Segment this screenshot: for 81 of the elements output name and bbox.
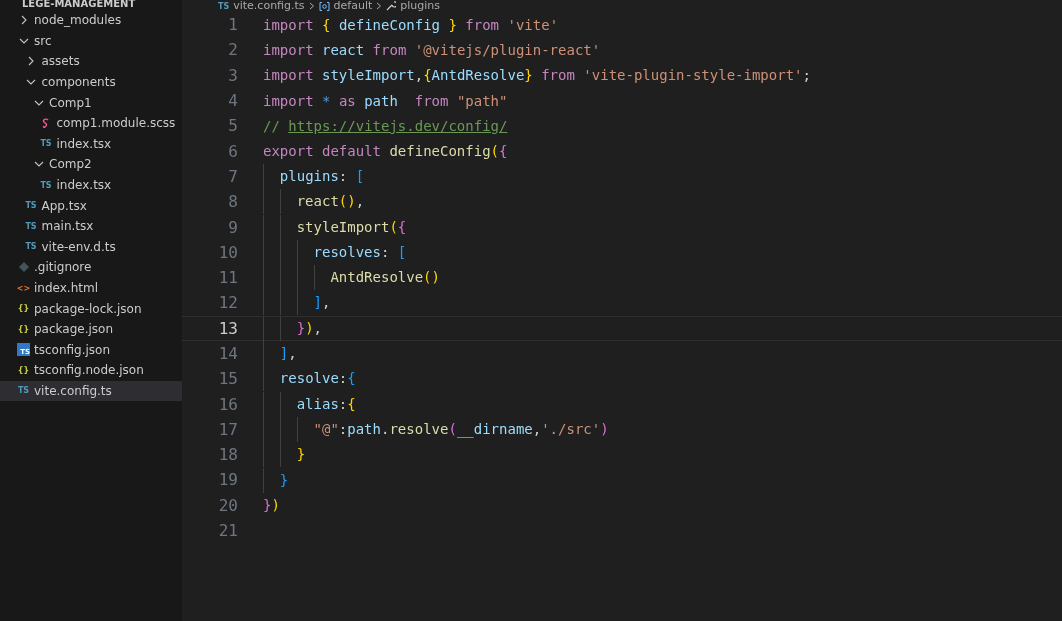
code-line: } bbox=[263, 467, 289, 493]
diamond-icon bbox=[18, 262, 29, 273]
code-line: alias:{ bbox=[263, 391, 356, 417]
folder-item[interactable]: src bbox=[0, 30, 182, 52]
breadcrumb-item[interactable]: plugins bbox=[400, 1, 441, 11]
line-number: 9 bbox=[227, 217, 239, 237]
folder-item[interactable]: components bbox=[0, 71, 182, 93]
file-item[interactable]: TS index.tsx bbox=[0, 174, 182, 196]
folder-item[interactable]: node_modules bbox=[0, 10, 182, 31]
line-number: 6 bbox=[227, 141, 239, 161]
line-number: 16 bbox=[217, 394, 239, 414]
chevron-right-icon bbox=[308, 2, 315, 10]
html-file-icon: <> bbox=[16, 283, 31, 293]
file-item[interactable]: TS index.tsx bbox=[0, 133, 182, 155]
chevron-right-icon bbox=[376, 2, 383, 10]
line-number: 12 bbox=[217, 293, 239, 313]
file-item[interactable]: TS vite-env.d.ts bbox=[0, 236, 182, 258]
line-number: 11 bbox=[217, 268, 239, 288]
file-item[interactable]: {} package-lock.json bbox=[0, 298, 182, 319]
code-line: styleImport({ bbox=[263, 214, 407, 240]
line-number: 2 bbox=[227, 40, 239, 60]
file-item[interactable]: <> index.html bbox=[0, 277, 182, 299]
code-line: import react from '@vitejs/plugin-react' bbox=[263, 41, 601, 58]
code-line: ], bbox=[263, 290, 331, 316]
file-item[interactable]: .gitignore bbox=[0, 257, 182, 278]
code-line: }) bbox=[263, 497, 280, 514]
line-number: 15 bbox=[217, 369, 239, 389]
sass-file-icon bbox=[41, 117, 51, 129]
explorer-title: LEGE-MANAGEMENT bbox=[21, 0, 137, 10]
code-line: "@":path.resolve(__dirname,'./src') bbox=[263, 416, 609, 442]
line-number: 21 bbox=[217, 521, 239, 541]
json-file-icon: {} bbox=[17, 324, 30, 334]
line-number: 4 bbox=[227, 91, 239, 111]
file-item[interactable]: {} package.json bbox=[0, 318, 182, 340]
code-line: import styleImport,{AntdResolve} from 'vite-plugin-style-import'; bbox=[263, 67, 811, 84]
line-number: 20 bbox=[217, 495, 239, 515]
line-number: 13 bbox=[217, 318, 239, 338]
file-item[interactable]: {} tsconfig.node.json bbox=[0, 360, 182, 381]
line-number: 3 bbox=[227, 65, 239, 85]
code-line: import { defineConfig } from 'vite' bbox=[263, 16, 559, 33]
line-number: 1 bbox=[227, 15, 239, 35]
typescript-file-icon: TS bbox=[40, 139, 52, 149]
code-line: plugins: [ bbox=[263, 163, 365, 189]
code-line: }), bbox=[263, 315, 322, 341]
json-file-icon: {} bbox=[17, 304, 30, 314]
code-line: AntdResolve() bbox=[263, 265, 440, 291]
line-number: 8 bbox=[227, 192, 239, 212]
file-item[interactable]: comp1.module.scss bbox=[0, 112, 182, 134]
chevron-right-icon bbox=[26, 56, 36, 67]
code-line: // https://vitejs.dev/config/ bbox=[263, 117, 508, 134]
code-line: export default defineConfig({ bbox=[263, 143, 508, 160]
line-number: 19 bbox=[217, 470, 239, 490]
typescript-file-icon: TS bbox=[40, 180, 52, 190]
code-line: ], bbox=[263, 341, 297, 366]
line-number: 7 bbox=[227, 166, 239, 186]
typescript-file-icon: TS bbox=[25, 201, 37, 211]
json-file-icon: {} bbox=[17, 365, 30, 375]
folder-item[interactable]: assets bbox=[0, 51, 182, 72]
line-number: 18 bbox=[217, 445, 239, 465]
line-number: 17 bbox=[217, 419, 239, 439]
breadcrumb-item[interactable]: vite.config.ts bbox=[233, 1, 305, 11]
file-item[interactable]: TS App.tsx bbox=[0, 195, 182, 216]
breadcrumb-item[interactable]: default bbox=[333, 1, 373, 11]
file-item[interactable]: TS vite.config.ts bbox=[0, 380, 182, 402]
typescript-file-icon: TS bbox=[218, 1, 230, 11]
typescript-file-icon: TS bbox=[25, 242, 37, 252]
typescript-file-icon: TS bbox=[17, 386, 30, 396]
line-number: 5 bbox=[227, 116, 239, 136]
code-line: } bbox=[263, 442, 306, 468]
code-line: import * as path from "path" bbox=[263, 92, 508, 109]
folder-item[interactable]: Comp2 bbox=[0, 154, 182, 175]
code-line: resolves: [ bbox=[263, 239, 407, 265]
file-item[interactable]: TS main.tsx bbox=[0, 215, 182, 237]
line-number: 14 bbox=[217, 344, 239, 363]
wrench-icon bbox=[386, 1, 397, 11]
typescript-file-icon: TS bbox=[25, 221, 37, 231]
code-line: resolve:{ bbox=[263, 366, 356, 392]
symbol-icon bbox=[318, 1, 330, 11]
folder-item[interactable]: Comp1 bbox=[0, 92, 182, 113]
code-line: react(), bbox=[263, 189, 365, 215]
line-number: 10 bbox=[217, 242, 239, 262]
